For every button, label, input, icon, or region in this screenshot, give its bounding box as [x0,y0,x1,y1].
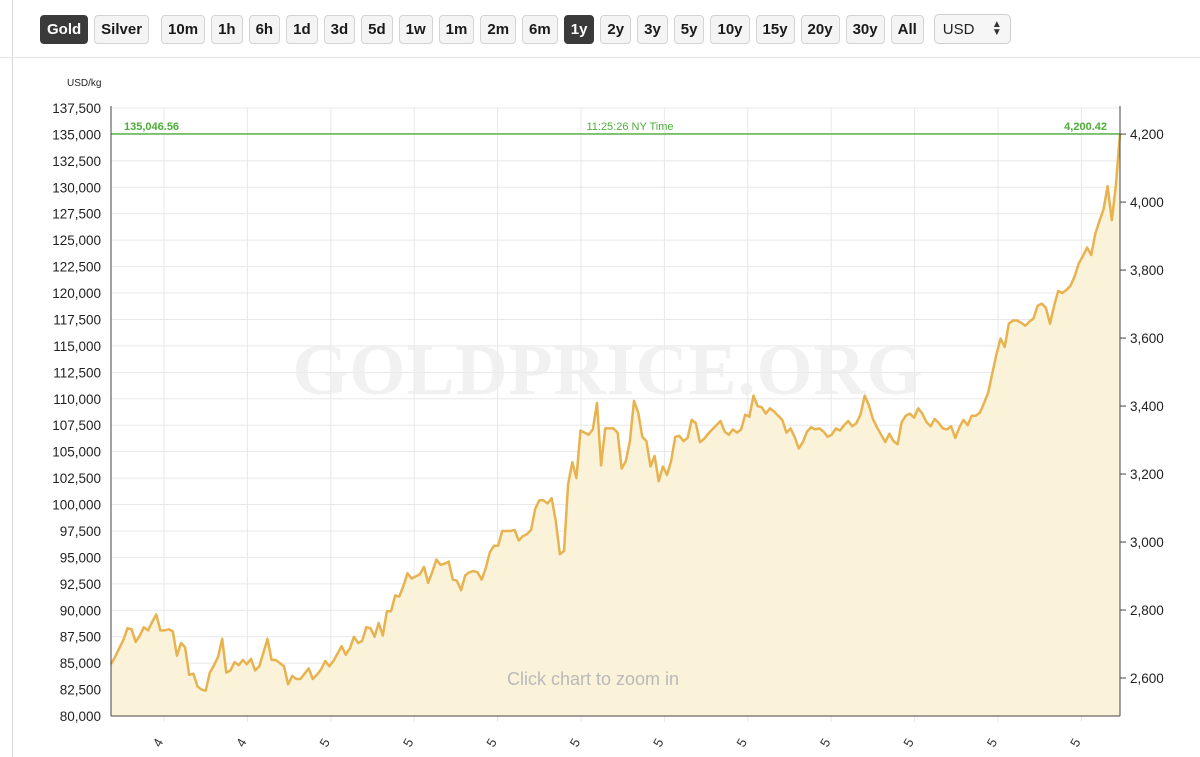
right-axis-tick-label: 3,600 [1130,331,1164,346]
x-axis-tick-label: 5 [817,736,834,750]
right-axis-tick-label: 3,800 [1130,263,1164,278]
current-price-per-kg-label: 135,046.56 [124,121,179,133]
left-axis: 137,500 135,000 132,500 130,000 127,500 125,0… [52,101,112,724]
x-axis-tick-label: 5 [1067,736,1084,750]
right-axis-tick-label: 3,400 [1130,399,1164,414]
current-time-label: 11:25:26 NY Time [586,121,673,133]
watermark-text: GOLDPRICE.ORG [292,330,923,410]
gold-price-chart[interactable]: GOLDPRICE.ORG 135,046.56 11:25:26 NY Tim… [0,0,1200,757]
x-axis-tick-label: 4 [150,736,167,750]
right-axis-tick-label: 2,800 [1130,603,1164,618]
left-axis-tick-label: 92,500 [60,577,101,592]
left-axis-tick-label: 120,000 [52,286,101,301]
left-axis-tick-label: 95,000 [60,550,101,565]
left-axis-tick-label: 137,500 [52,101,101,116]
left-axis-tick-label: 105,000 [52,445,101,460]
y-axis-label-left: USD/kg [67,78,101,89]
left-axis-tick-label: 85,000 [60,656,101,671]
x-axis-tick-label: 5 [984,736,1001,750]
left-axis-tick-label: 112,500 [53,365,101,380]
left-axis-tick-label: 82,500 [60,683,101,698]
zoom-hint-text: Click chart to zoom in [507,669,679,689]
left-axis-tick-label: 107,500 [52,418,101,433]
left-axis-tick-label: 125,000 [52,233,101,248]
left-axis-tick-label: 115,000 [53,339,101,354]
left-axis-tick-label: 90,000 [60,603,101,618]
left-axis-tick-label: 117,500 [53,312,101,327]
left-axis-tick-label: 87,500 [60,630,101,645]
left-axis-tick-label: 102,500 [52,471,101,486]
left-axis-tick-label: 130,000 [52,180,101,195]
left-axis-tick-label: 97,500 [60,524,101,539]
left-axis-tick-label: 110,000 [53,392,101,407]
x-axis-tick-label: 4 [233,736,250,750]
x-axis-tick-label: 5 [650,736,667,750]
left-axis-tick-label: 127,500 [52,207,101,222]
left-axis-tick-label: 100,000 [52,498,101,513]
x-axis-tick-label: 5 [483,736,500,750]
left-axis-tick-label: 135,000 [52,127,101,142]
right-axis: 4,200 4,000 3,800 3,600 3,400 3,200 3,000 2,800… [1119,106,1164,716]
right-axis-tick-label: 2,600 [1130,671,1164,686]
x-axis: 4 4 5 5 5 5 5 5 5 5 5 5 [111,715,1120,750]
x-axis-tick-label: 5 [316,736,333,750]
x-axis-tick-label: 5 [733,736,750,750]
current-price-per-oz-label: 4,200.42 [1064,121,1107,133]
left-axis-tick-label: 80,000 [60,709,101,724]
x-axis-tick-label: 5 [900,736,917,750]
right-axis-tick-label: 4,000 [1130,195,1164,210]
left-axis-tick-label: 132,500 [52,154,101,169]
right-axis-tick-label: 4,200 [1130,127,1164,142]
x-axis-tick-label: 5 [567,736,584,750]
right-axis-tick-label: 3,000 [1130,535,1164,550]
left-axis-tick-label: 122,500 [52,260,101,275]
right-axis-tick-label: 3,200 [1130,467,1164,482]
x-axis-tick-label: 5 [400,736,417,750]
